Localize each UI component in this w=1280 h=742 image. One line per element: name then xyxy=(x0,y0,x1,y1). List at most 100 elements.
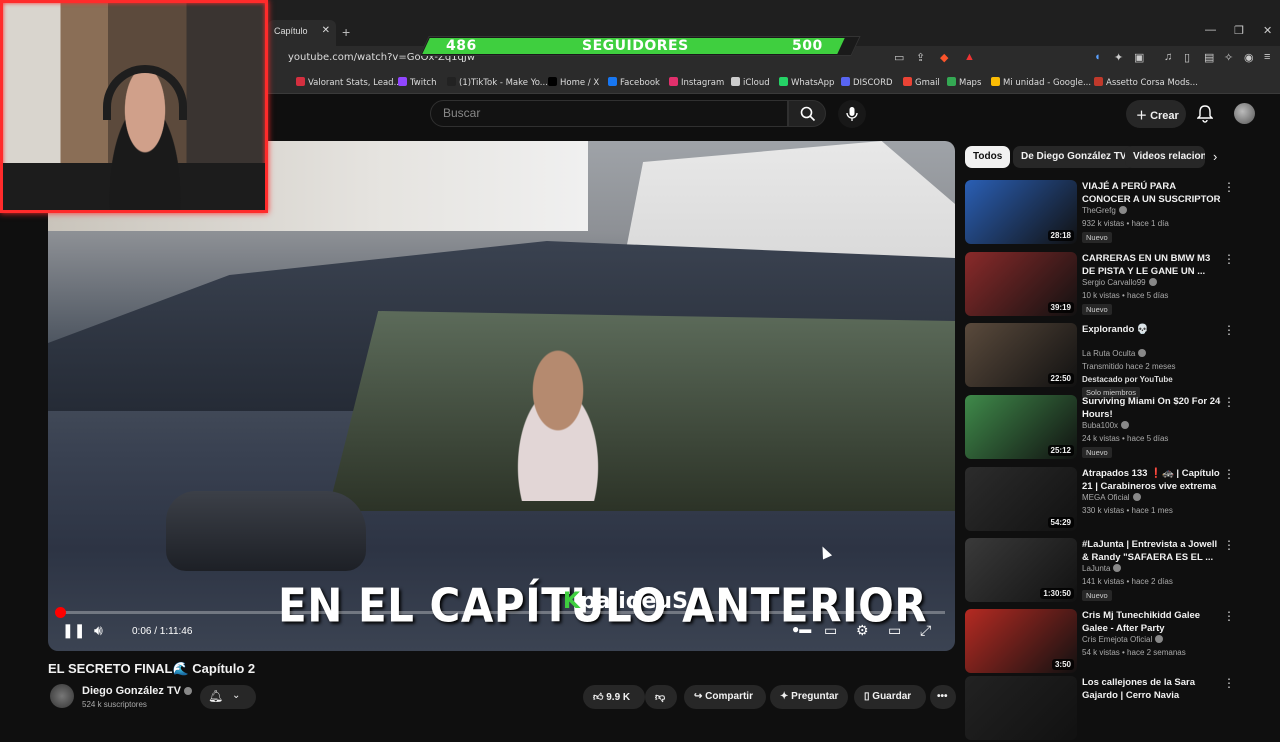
chip-todos[interactable]: Todos xyxy=(965,146,1011,168)
subtitles-icon[interactable]: ▭ xyxy=(824,622,837,639)
extension-icon[interactable]: ◖ xyxy=(1094,51,1101,63)
search-button[interactable] xyxy=(788,100,826,127)
bookmark-item[interactable]: (1)TikTok - Make Yo... xyxy=(447,77,548,88)
puzzle-icon[interactable]: ✦ xyxy=(1114,51,1123,64)
rewards-icon[interactable]: ▲ xyxy=(964,51,975,63)
recommendation-item[interactable]: 28:18 VIAJÉ A PERÚ PARA CONOCER A UN SUSC… xyxy=(965,180,1235,246)
video-thumbnail[interactable] xyxy=(965,676,1077,740)
recommendation-item[interactable]: 3:50 Cris Mj Tunechikidd Galee Galee - Af… xyxy=(965,609,1235,675)
save-button[interactable]: ▯ Guardar xyxy=(854,685,926,709)
recommendation-channel[interactable]: Sergio Carvallo99 xyxy=(1082,278,1157,287)
notifications-bell-icon[interactable] xyxy=(1197,105,1213,123)
minimize-icon[interactable]: — xyxy=(1205,24,1216,36)
chevron-right-icon[interactable]: › xyxy=(1213,149,1217,164)
video-thumbnail[interactable]: 3:50 xyxy=(965,609,1077,673)
subscription-bell-button[interactable]: 🔔︎ ⌄ xyxy=(200,685,256,709)
brave-shield-icon[interactable]: ◆ xyxy=(940,51,948,64)
recommendation-title[interactable]: Cris Mj Tunechikidd Galee Galee - After … xyxy=(1082,609,1222,635)
window-close-icon[interactable]: ✕ xyxy=(1263,24,1272,37)
sidebar-icon[interactable]: ▯ xyxy=(1184,51,1190,64)
menu-icon[interactable]: ≡ xyxy=(1264,51,1270,63)
recommendation-title[interactable]: VIAJÉ A PERÚ PARA CONOCER A UN SUSCRIPTO… xyxy=(1082,180,1222,206)
video-thumbnail[interactable]: 54:29 xyxy=(965,467,1077,531)
video-progress-bar[interactable] xyxy=(55,607,945,618)
autoplay-toggle-icon[interactable]: ●⁠▬ xyxy=(792,622,811,636)
more-options-icon[interactable]: ⋮ xyxy=(1223,609,1235,623)
chip-related[interactable]: Videos relacion xyxy=(1125,146,1205,168)
video-thumbnail[interactable]: 1:30:50 xyxy=(965,538,1077,602)
recommendation-title[interactable]: #LaJunta | Entrevista a Jowell & Randy "… xyxy=(1082,538,1222,564)
cast-icon[interactable]: ▭ xyxy=(894,51,904,64)
browser-tab[interactable]: Capítulo ✕ xyxy=(268,20,336,46)
bookmark-item[interactable]: Gmail xyxy=(903,77,940,88)
more-options-icon[interactable]: ⋮ xyxy=(1223,538,1235,552)
create-button[interactable]: ＋ Crear xyxy=(1126,100,1186,128)
share-icon[interactable]: ⇪ xyxy=(916,51,925,64)
video-thumbnail[interactable]: 28:18 xyxy=(965,180,1077,244)
music-icon[interactable]: ♫ xyxy=(1164,51,1172,63)
pause-icon[interactable]: ❚❚ xyxy=(62,622,85,639)
recommendation-title[interactable]: Surviving Miami On $20 For 24 Hours! xyxy=(1082,395,1222,421)
recommendation-title[interactable]: Los callejones de la Sara Gajardo | Cerr… xyxy=(1082,676,1222,702)
bookmark-item[interactable]: DISCORD xyxy=(841,77,893,88)
recommendation-item[interactable]: Los callejones de la Sara Gajardo | Cerr… xyxy=(965,676,1235,742)
more-options-icon[interactable]: ⋮ xyxy=(1223,467,1235,481)
more-options-icon[interactable]: ⋮ xyxy=(1223,323,1235,337)
chip-channel[interactable]: De Diego González TV xyxy=(1013,146,1135,168)
more-options-icon[interactable]: ⋮ xyxy=(1223,395,1235,409)
vpn-icon[interactable]: ◉ xyxy=(1244,51,1254,64)
bookmark-item[interactable]: Mi unidad - Google... xyxy=(991,77,1091,88)
channel-name[interactable]: Diego González TV xyxy=(82,685,193,697)
close-tab-icon[interactable]: ✕ xyxy=(322,25,330,36)
voice-search-button[interactable] xyxy=(838,100,866,128)
bookmark-item[interactable]: Instagram xyxy=(669,77,724,88)
maximize-icon[interactable]: ❐ xyxy=(1234,24,1244,37)
bookmark-item[interactable]: iCloud xyxy=(731,77,770,88)
recommendation-channel[interactable]: Buba100x xyxy=(1082,421,1130,430)
bookmark-item[interactable]: Valorant Stats, Lead... xyxy=(296,77,402,88)
recommendation-item[interactable]: 25:12 Surviving Miami On $20 For 24 Hours… xyxy=(965,395,1235,461)
share-button[interactable]: ↪ Compartir xyxy=(684,685,766,709)
dislike-button[interactable]: 👎︎ xyxy=(645,685,677,709)
bookmark-item[interactable]: Maps xyxy=(947,77,981,88)
bookmark-item[interactable]: Facebook xyxy=(608,77,660,88)
bookmark-item[interactable]: Assetto Corsa Mods... xyxy=(1094,77,1198,88)
recommendation-channel[interactable]: TheGrefg xyxy=(1082,206,1127,215)
new-tab-icon[interactable]: + xyxy=(342,24,350,40)
account-avatar[interactable] xyxy=(1234,103,1255,124)
wallet-icon[interactable]: ▤ xyxy=(1204,51,1214,64)
video-thumbnail[interactable]: 39:19 xyxy=(965,252,1077,316)
recommendation-channel[interactable]: Cris Emejota Oficial xyxy=(1082,635,1164,644)
recommendation-item[interactable]: 1:30:50 #LaJunta | Entrevista a Jowell & … xyxy=(965,538,1235,604)
recommendation-title[interactable]: Atrapados 133 ❗🚓 | Capítulo 21 | Carabin… xyxy=(1082,467,1222,493)
more-options-icon[interactable]: ⋮ xyxy=(1223,180,1235,194)
recommendation-channel[interactable]: LaJunta xyxy=(1082,564,1122,573)
video-thumbnail[interactable]: 25:12 xyxy=(965,395,1077,459)
recommendation-item[interactable]: 54:29 Atrapados 133 ❗🚓 | Capítulo 21 | Ca… xyxy=(965,467,1235,533)
recommendation-item[interactable]: 22:50 Explorando 💀 La Ruta Oculta Transmiti… xyxy=(965,323,1235,398)
more-actions-button[interactable]: ••• xyxy=(930,685,956,709)
recommendation-title[interactable]: CARRERAS EN UN BMW M3 DE PISTA Y LE GANE… xyxy=(1082,252,1222,278)
video-thumbnail[interactable]: 22:50 xyxy=(965,323,1077,387)
recommendation-channel[interactable]: MEGA Oficial xyxy=(1082,493,1141,502)
more-options-icon[interactable]: ⋮ xyxy=(1223,676,1235,690)
volume-icon[interactable]: 🔊︎ xyxy=(94,622,103,639)
bookmark-item[interactable]: WhatsApp xyxy=(779,77,834,88)
star-icon[interactable]: ✧ xyxy=(1224,51,1233,64)
like-button[interactable]: 👍︎ 9.9 K xyxy=(583,685,645,709)
settings-gear-icon[interactable]: ⚙ xyxy=(856,622,869,639)
theater-mode-icon[interactable]: ▭ xyxy=(888,622,901,639)
screenshot-icon[interactable]: ▣ xyxy=(1134,51,1144,64)
recommendation-channel[interactable]: La Ruta Oculta xyxy=(1082,349,1147,358)
video-scrubber-handle[interactable] xyxy=(55,607,66,618)
recommendation-item[interactable]: 39:19 CARRERAS EN UN BMW M3 DE PISTA Y LE… xyxy=(965,252,1235,318)
video-player[interactable]: EN EL CAPÍTULO ANTERIOR KpalideuS ❚❚ 🔊︎ … xyxy=(48,141,955,651)
search-input[interactable]: Buscar xyxy=(430,100,788,127)
ask-button[interactable]: ✦ Preguntar xyxy=(770,685,848,709)
bookmark-item[interactable]: Twitch xyxy=(398,77,437,88)
recommendation-title[interactable]: Explorando 💀 xyxy=(1082,323,1222,336)
bookmark-item[interactable]: Home / X xyxy=(548,77,599,88)
more-options-icon[interactable]: ⋮ xyxy=(1223,252,1235,266)
channel-avatar[interactable] xyxy=(50,684,74,708)
fullscreen-icon[interactable]: ⤢ xyxy=(920,622,931,639)
